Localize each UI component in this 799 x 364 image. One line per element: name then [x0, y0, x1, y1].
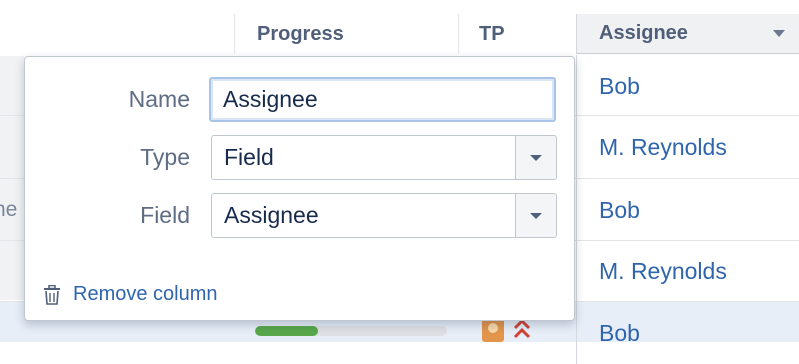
- name-input-value: Assignee: [223, 86, 318, 112]
- chevron-down-icon[interactable]: [515, 194, 556, 237]
- type-select-value: Field: [224, 144, 274, 170]
- remove-column-button[interactable]: Remove column: [43, 283, 218, 306]
- lightbulb-icon: [482, 318, 504, 342]
- field-select-value: Assignee: [224, 202, 319, 228]
- table-row[interactable]: Bob: [576, 55, 799, 117]
- remove-column-label: Remove column: [73, 283, 218, 305]
- column-header-progress[interactable]: Progress: [234, 14, 458, 54]
- assignee-link[interactable]: M. Reynolds: [599, 258, 727, 285]
- chevron-down-icon[interactable]: [773, 30, 785, 37]
- assignee-link[interactable]: Bob: [599, 73, 640, 100]
- type-select[interactable]: Field: [211, 135, 557, 180]
- field-label: Field: [140, 202, 190, 228]
- table-row[interactable]: M. Reynolds: [576, 240, 799, 302]
- progress-bar-fill: [255, 326, 319, 336]
- column-header-tp-label: TP: [479, 22, 505, 45]
- column-header-progress-label: Progress: [257, 22, 344, 45]
- column-header-assignee-label: Assignee: [599, 22, 688, 44]
- name-input[interactable]: Assignee: [209, 77, 556, 122]
- column-config-popup: Name Assignee Type Field Field Assignee …: [24, 56, 575, 321]
- table-row[interactable]: Bob: [576, 179, 799, 241]
- assignee-link[interactable]: M. Reynolds: [599, 134, 727, 161]
- assignee-link[interactable]: Bob: [599, 197, 640, 224]
- table-row[interactable]: Bob: [576, 302, 799, 364]
- assignee-link[interactable]: Bob: [599, 320, 640, 347]
- name-label: Name: [128, 86, 190, 112]
- table-row[interactable]: M. Reynolds: [576, 116, 799, 178]
- column-header-tp[interactable]: TP: [458, 14, 576, 54]
- trash-icon: [44, 284, 60, 305]
- partial-cell-text: ne: [0, 198, 18, 221]
- column-header-assignee[interactable]: Assignee: [576, 14, 799, 54]
- chevron-down-icon[interactable]: [515, 136, 556, 179]
- field-select[interactable]: Assignee: [211, 193, 557, 238]
- progress-bar: [255, 326, 447, 336]
- type-label: Type: [140, 144, 190, 170]
